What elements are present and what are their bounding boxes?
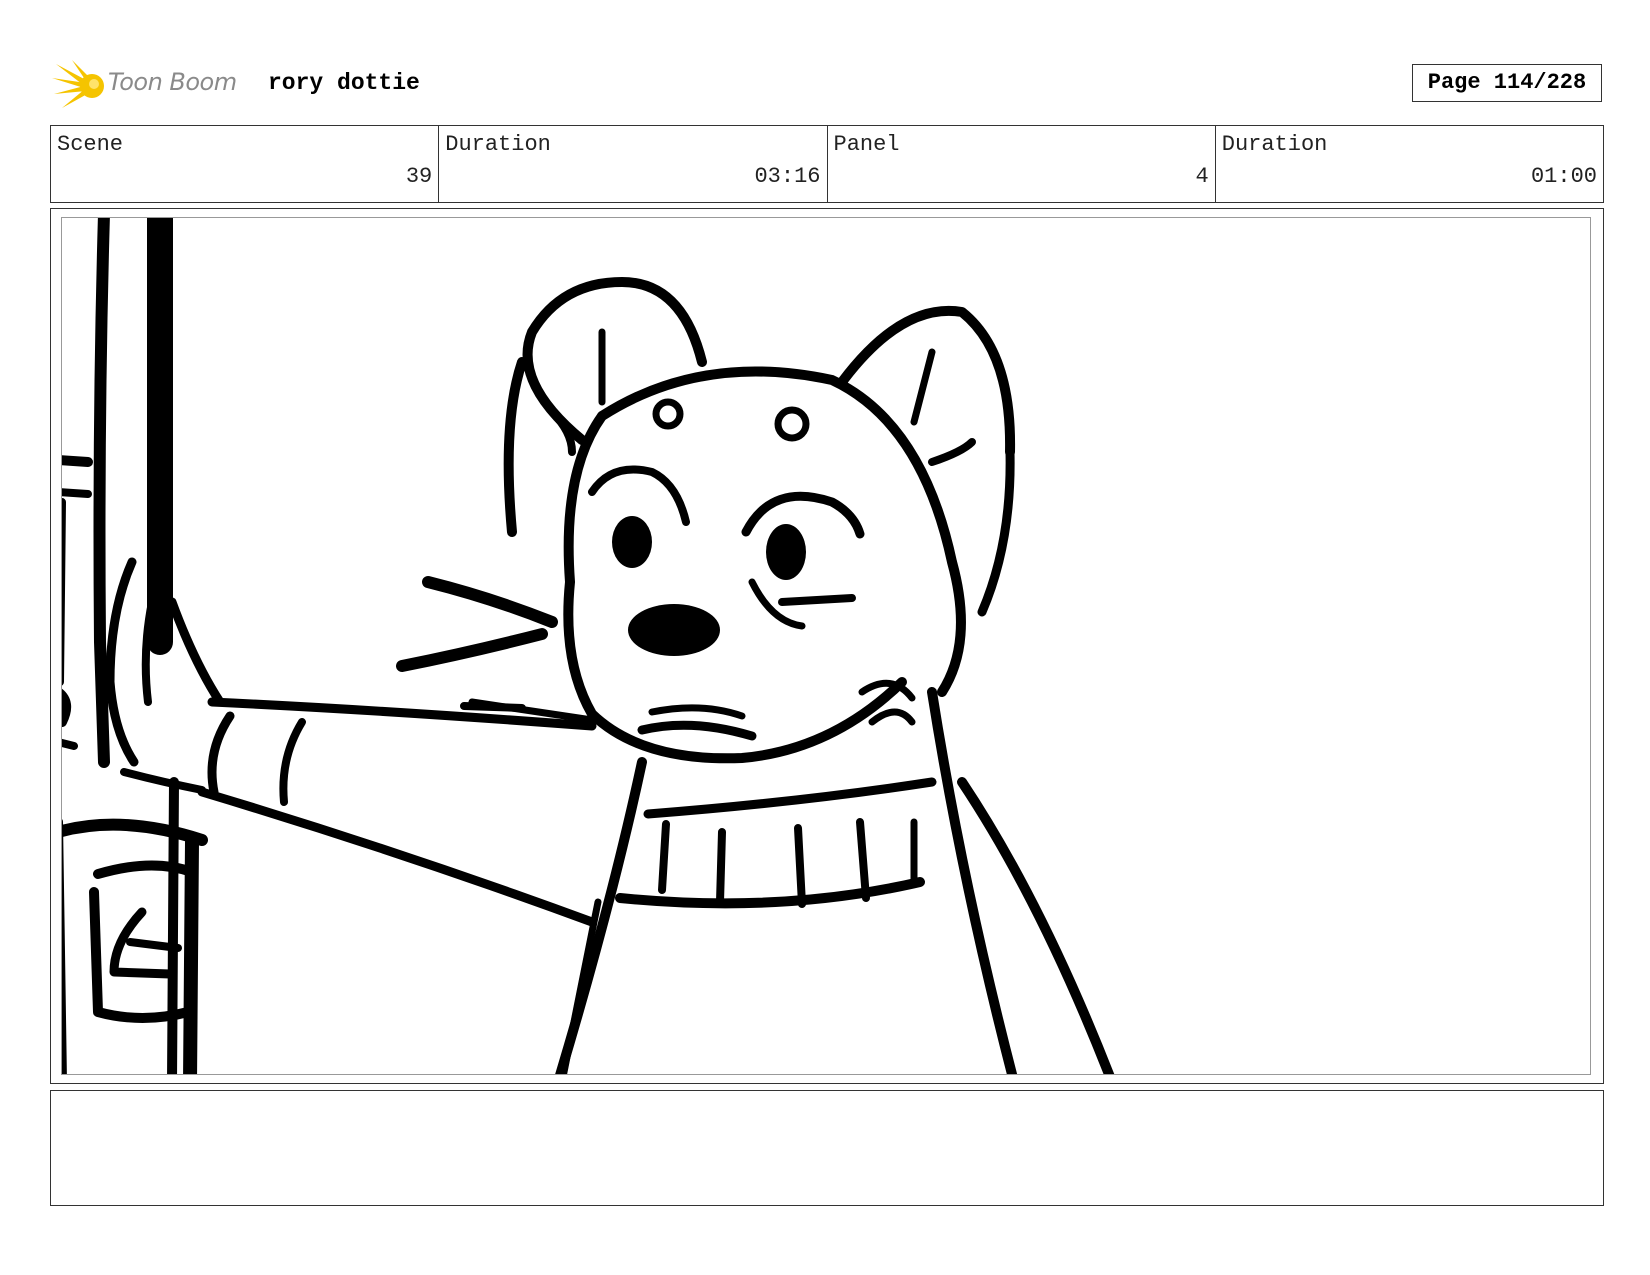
scene-duration-label: Duration	[445, 132, 551, 157]
panel-frame	[61, 217, 1591, 1075]
panel-duration-label: Duration	[1221, 132, 1328, 157]
scene-info-table: Scene 39 Duration 03:16 Panel 4 Duration…	[50, 125, 1604, 203]
storyboard-panel	[50, 208, 1604, 1084]
panel-cell: Panel 4	[828, 126, 1216, 202]
panel-label: Panel	[833, 132, 900, 157]
scene-duration-cell: Duration 03:16	[439, 126, 828, 202]
notes-box	[50, 1090, 1604, 1206]
sketch-drawing	[62, 218, 1115, 1074]
logo-text: Toon Boom	[108, 68, 237, 96]
scene-label: Scene	[57, 132, 124, 157]
panel-duration-cell: Duration 01:00	[1216, 126, 1603, 202]
page-number: Page 114/228	[1412, 64, 1602, 102]
scene-value: 39	[405, 164, 433, 189]
panel-value: 4	[1195, 164, 1209, 189]
project-name: rory dottie	[268, 70, 420, 96]
starburst-icon	[52, 60, 104, 108]
toon-boom-logo: Toon Boom	[52, 58, 252, 112]
scene-cell: Scene 39	[51, 126, 440, 202]
scene-duration-value: 03:16	[754, 164, 821, 189]
panel-duration-value: 01:00	[1530, 164, 1597, 189]
